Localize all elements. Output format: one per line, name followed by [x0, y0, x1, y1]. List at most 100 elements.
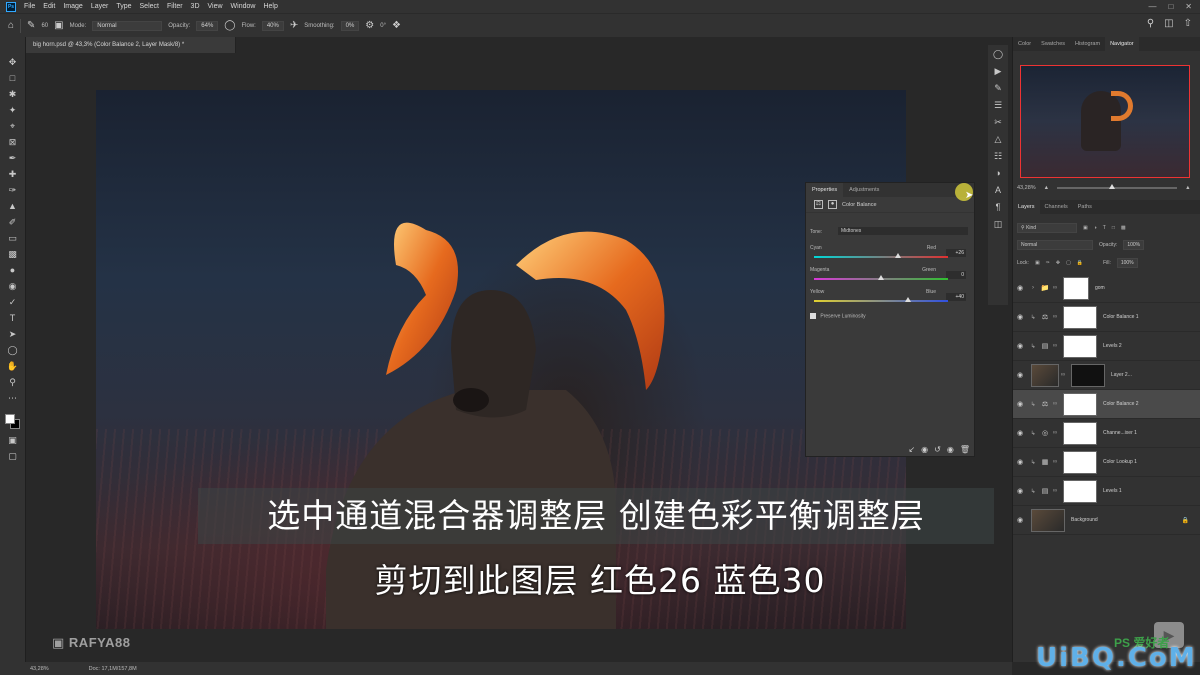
quick-mask-icon[interactable]: ▣ — [4, 433, 22, 447]
delete-icon[interactable]: 🗑 — [960, 445, 970, 454]
lock-paint-icon[interactable]: ✑ — [1046, 260, 1050, 266]
layer-row[interactable]: ◉ Background 🔒 — [1013, 506, 1200, 535]
workspace-icon[interactable]: ◫ — [1164, 18, 1173, 29]
eraser-tool-icon[interactable]: ▭ — [4, 231, 22, 245]
lock-icon[interactable]: 🔒 — [1182, 517, 1189, 524]
layer-mask-thumb[interactable] — [1063, 479, 1097, 503]
menu-layer[interactable]: Layer — [87, 3, 113, 10]
eye-icon[interactable]: ◉ — [1013, 342, 1027, 350]
layer-row[interactable]: ◉ ↳ ◎ ∞ Channe...ixer 1 — [1013, 419, 1200, 448]
brush-settings-icon[interactable]: ✎ — [994, 83, 1002, 96]
cyan-red-thumb[interactable] — [895, 253, 902, 258]
layer-mask-thumb[interactable] — [1063, 450, 1097, 474]
layer-mask-thumb[interactable] — [1063, 334, 1097, 358]
tab-navigator[interactable]: Navigator — [1105, 37, 1139, 51]
shape-tool-icon[interactable]: ◯ — [4, 343, 22, 357]
minimize-icon[interactable]: — — [1148, 2, 1156, 11]
pen-tool-icon[interactable]: ✓ — [4, 295, 22, 309]
color-swatches[interactable] — [4, 413, 22, 431]
brush-size-label[interactable]: 60 — [41, 23, 48, 29]
menu-filter[interactable]: Filter — [163, 3, 187, 10]
frame-tool-icon[interactable]: ⊠ — [4, 135, 22, 149]
layer-mask-thumb[interactable] — [1063, 392, 1097, 416]
more-tools-icon[interactable]: ⋯ — [4, 391, 22, 405]
layer-row[interactable]: ◉ ↳ ⚖ ∞ Color Balance 1 — [1013, 303, 1200, 332]
yellow-blue-track[interactable] — [814, 297, 948, 302]
quick-select-tool-icon[interactable]: ✦ — [4, 103, 22, 117]
menu-edit[interactable]: Edit — [39, 3, 59, 10]
layer-mask-thumb[interactable] — [1063, 305, 1097, 329]
layer-name[interactable]: Background — [1065, 517, 1098, 523]
tab-channels[interactable]: Channels — [1040, 200, 1073, 214]
menu-image[interactable]: Image — [59, 3, 86, 10]
menu-window[interactable]: Window — [227, 3, 260, 10]
tab-layers[interactable]: Layers — [1013, 200, 1040, 214]
angle-input[interactable]: 0° — [380, 23, 386, 29]
marquee-tool-icon[interactable]: □ — [4, 71, 22, 85]
lock-pixels-icon[interactable]: ▣ — [1035, 260, 1040, 266]
magenta-green-value[interactable]: 0 — [946, 271, 966, 279]
properties-icon[interactable]: ☷ — [994, 151, 1002, 164]
layer-thumb[interactable] — [1031, 508, 1065, 532]
tab-histogram[interactable]: Histogram — [1070, 37, 1105, 51]
preserve-luminosity-checkbox[interactable] — [810, 313, 816, 319]
color-icon[interactable]: ◑ — [995, 168, 1000, 181]
airbrush-icon[interactable]: ✈ — [290, 20, 298, 31]
mode-select[interactable]: Normal — [92, 20, 163, 31]
view-previous-icon[interactable]: ◉ — [921, 445, 928, 454]
foreground-color[interactable] — [4, 414, 15, 424]
preserve-luminosity-row[interactable]: Preserve Luminosity — [810, 313, 970, 319]
history-icon[interactable]: ◯ — [993, 49, 1003, 62]
layer-row-selected[interactable]: ◉ ↳ ⚖ ∞ Color Balance 2 — [1013, 390, 1200, 419]
layer-mask-thumb[interactable] — [1063, 276, 1089, 300]
magenta-green-track[interactable] — [814, 275, 948, 280]
dodge-tool-icon[interactable]: ◉ — [4, 279, 22, 293]
filter-smart-icon[interactable]: ▩ — [1121, 225, 1126, 231]
layer-name[interactable]: gom — [1093, 285, 1105, 291]
paragraph-icon[interactable]: ¶ — [996, 202, 1001, 215]
actions-icon[interactable]: ▶ — [995, 66, 1002, 79]
menu-help[interactable]: Help — [259, 3, 281, 10]
document-tab[interactable]: big horn.psd @ 43,3% (Color Balance 2, L… — [26, 37, 236, 53]
layer-row[interactable]: ◉ › 📁 ∞ gom — [1013, 274, 1200, 303]
brush-panel-icon[interactable]: ▣ — [54, 20, 63, 31]
menu-type[interactable]: Type — [112, 3, 135, 10]
yellow-blue-thumb[interactable] — [904, 297, 911, 302]
filter-shape-icon[interactable]: □ — [1112, 225, 1115, 231]
mask-icon[interactable]: ● — [828, 200, 837, 209]
cyan-red-value[interactable]: +26 — [946, 249, 966, 257]
eye-icon[interactable]: ◉ — [1013, 458, 1027, 466]
menu-file[interactable]: File — [20, 3, 39, 10]
navigator-zoom-value[interactable]: 43,28% — [1017, 185, 1036, 191]
3d-icon[interactable]: △ — [995, 134, 1002, 147]
status-zoom[interactable]: 43,28% — [30, 666, 49, 672]
type-tool-icon[interactable]: T — [4, 311, 22, 325]
clone-source-icon[interactable]: ✂ — [994, 117, 1002, 130]
layer-mask-thumb[interactable] — [1063, 421, 1097, 445]
layer-row[interactable]: ◉ ↳ ▦ ∞ Color Lookup 1 — [1013, 448, 1200, 477]
tone-select[interactable]: Midtones — [838, 227, 968, 235]
screen-mode-icon[interactable]: ▢ — [4, 449, 22, 463]
layer-row[interactable]: ◉ ↳ ▤ ∞ Levels 1 — [1013, 477, 1200, 506]
layer-name[interactable]: Levels 1 — [1101, 488, 1122, 494]
stamp-tool-icon[interactable]: ▲ — [4, 199, 22, 213]
layer-mask-thumb[interactable] — [1071, 363, 1105, 387]
fill-input[interactable]: 100% — [1116, 258, 1138, 268]
tab-adjustments[interactable]: Adjustments — [843, 183, 885, 197]
adjust-icon[interactable]: ☰ — [994, 100, 1002, 113]
menu-view[interactable]: View — [204, 3, 227, 10]
flow-input[interactable]: 40% — [261, 20, 284, 31]
lock-all-icon[interactable]: 🔒 — [1077, 260, 1083, 266]
visibility-icon[interactable]: ◉ — [947, 445, 954, 454]
hand-tool-icon[interactable]: ✋ — [4, 359, 22, 373]
layer-name[interactable]: Color Balance 1 — [1101, 314, 1139, 320]
cyan-red-track[interactable] — [814, 253, 948, 258]
layer-name[interactable]: Color Lookup 1 — [1101, 459, 1137, 465]
document-image[interactable] — [96, 90, 906, 629]
reset-icon[interactable]: ↺ — [934, 445, 941, 454]
home-icon[interactable]: ⌂ — [8, 20, 14, 31]
layer-row[interactable]: ◉ ↳ ▤ ∞ Levels 2 — [1013, 332, 1200, 361]
eye-icon[interactable]: ◉ — [1013, 487, 1027, 495]
blur-tool-icon[interactable]: ● — [4, 263, 22, 277]
maximize-icon[interactable]: □ — [1168, 2, 1173, 11]
